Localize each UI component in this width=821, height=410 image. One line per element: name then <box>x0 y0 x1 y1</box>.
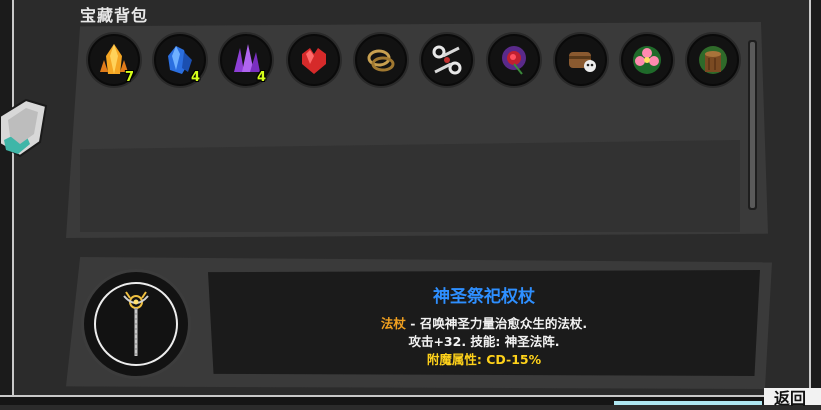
item-type-line: 法杖 - 召唤神圣力量治愈众生的法杖. <box>208 313 760 332</box>
item-count: 4 <box>257 70 267 85</box>
item-name: 神圣祭祀权杖 <box>433 287 535 307</box>
inventory-slot-4[interactable] <box>288 34 340 86</box>
tree-stump-icon <box>699 46 727 74</box>
red-gem-icon <box>302 48 326 74</box>
item-count: 4 <box>191 70 201 85</box>
inventory-slot-6[interactable] <box>421 34 473 86</box>
skull-treasure-icon <box>569 52 596 72</box>
inventory-slot-9[interactable] <box>621 34 673 86</box>
scissors-icon <box>432 45 462 75</box>
item-type-label: 法杖 <box>380 316 406 331</box>
item-count: 7 <box>125 70 135 85</box>
scrollbar-thumb[interactable] <box>750 42 755 208</box>
back-arrow-icon[interactable] <box>0 96 50 166</box>
left-frame <box>0 0 14 405</box>
item-stats: 攻击+32. 技能: 神圣法阵. <box>408 334 560 349</box>
inventory-empty-area <box>80 140 740 232</box>
red-rose-icon <box>502 46 526 75</box>
item-enchant: 附魔属性: CD-15% <box>426 352 542 367</box>
return-button[interactable]: 返回 <box>764 388 821 408</box>
inventory-slot-8[interactable] <box>555 34 607 86</box>
inventory-title: 宝藏背包 <box>80 6 149 25</box>
gold-ring-icon <box>367 49 395 72</box>
pink-flower-icon <box>633 46 661 74</box>
item-type-description: - 召唤神圣力量治愈众生的法杖. <box>405 316 588 331</box>
right-frame <box>809 0 821 405</box>
holy-scepter-icon <box>123 291 149 356</box>
inventory-slot-10[interactable] <box>687 34 739 86</box>
inventory-slot-7[interactable] <box>488 34 540 86</box>
bottom-accent <box>614 401 762 405</box>
item-preview-ring <box>94 282 178 366</box>
inventory-slot-5[interactable] <box>355 34 407 86</box>
